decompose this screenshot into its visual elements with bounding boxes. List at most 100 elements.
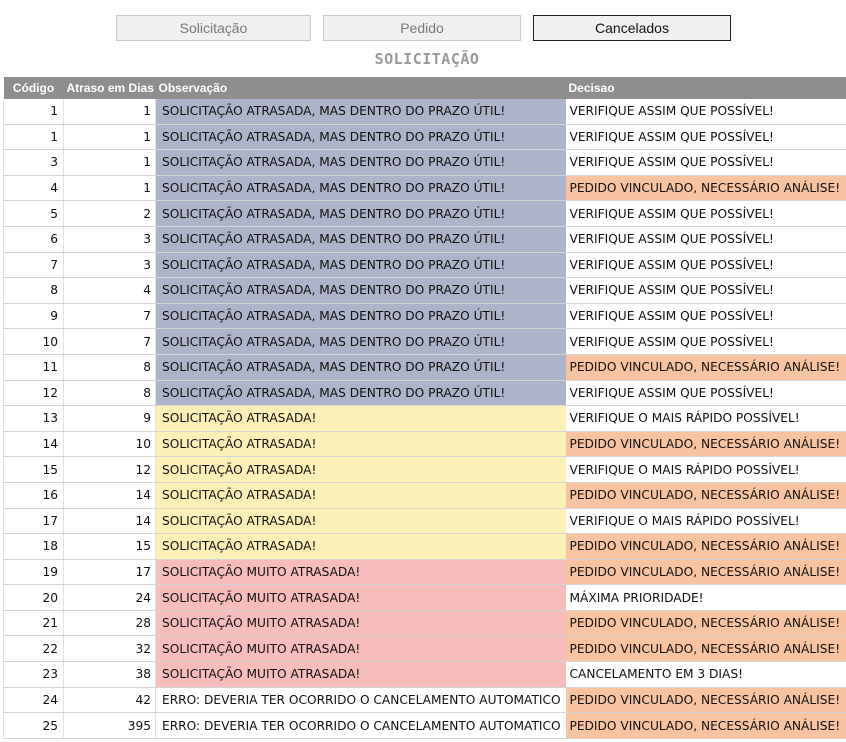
table-row[interactable]: 18 15 SOLICITAÇÃO ATRASADA! PEDIDO VINCULAD… xyxy=(3,533,846,560)
cell-code: 1 xyxy=(3,124,64,151)
table-row[interactable]: 10 7 SOLICITAÇÃO ATRASADA, MAS DENTRO DO P… xyxy=(3,328,846,355)
cell-decision: PEDIDO VINCULADO, NECESSÁRIO ANÁLISE! xyxy=(565,687,846,714)
cell-observation: SOLICITAÇÃO MUITO ATRASADA! xyxy=(155,635,566,663)
table-row[interactable]: 1 1 SOLICITAÇÃO ATRASADA, MAS DENTRO DO PR… xyxy=(3,124,846,151)
tab-bar: Solicitação Pedido Cancelados xyxy=(0,0,846,48)
cell-decision: VERIFIQUE ASSIM QUE POSSÍVEL! xyxy=(565,277,846,304)
cell-delay: 17 xyxy=(63,559,156,586)
cell-delay: 2 xyxy=(63,200,156,227)
cell-observation: SOLICITAÇÃO ATRASADA, MAS DENTRO DO PRAZ… xyxy=(155,328,566,355)
cell-code: 14 xyxy=(3,431,64,458)
cell-observation: SOLICITAÇÃO ATRASADA, MAS DENTRO DO PRAZ… xyxy=(155,226,566,253)
table-row[interactable]: 3 1 SOLICITAÇÃO ATRASADA, MAS DENTRO DO PR… xyxy=(3,149,846,176)
cell-observation: ERRO: DEVERIA TER OCORRIDO O CANCELAMENT… xyxy=(155,712,566,739)
cell-observation: SOLICITAÇÃO ATRASADA, MAS DENTRO DO PRAZ… xyxy=(155,303,566,330)
cell-delay: 32 xyxy=(63,635,156,663)
cell-code: 11 xyxy=(3,354,64,381)
cell-code: 17 xyxy=(3,508,64,535)
table-row[interactable]: 4 1 SOLICITAÇÃO ATRASADA, MAS DENTRO DO PR… xyxy=(3,175,846,202)
cell-observation: SOLICITAÇÃO ATRASADA! xyxy=(155,405,566,432)
cell-code: 20 xyxy=(3,584,64,611)
cell-delay: 28 xyxy=(63,610,156,637)
table-row[interactable]: 7 3 SOLICITAÇÃO ATRASADA, MAS DENTRO DO PR… xyxy=(3,252,846,279)
cell-decision: VERIFIQUE ASSIM QUE POSSÍVEL! xyxy=(565,200,846,227)
tab-solicitacao[interactable]: Solicitação xyxy=(116,15,311,41)
cell-delay: 1 xyxy=(63,149,156,176)
cell-code: 19 xyxy=(3,559,64,586)
cell-code: 16 xyxy=(3,482,64,509)
cell-observation: ERRO: DEVERIA TER OCORRIDO O CANCELAMENT… xyxy=(155,687,566,714)
cell-decision: VERIFIQUE ASSIM QUE POSSÍVEL! xyxy=(565,149,846,176)
cell-delay: 3 xyxy=(63,226,156,253)
cell-code: 25 xyxy=(3,712,64,739)
cell-decision: VERIFIQUE ASSIM QUE POSSÍVEL! xyxy=(565,380,846,407)
table-row[interactable]: 16 14 SOLICITAÇÃO ATRASADA! PEDIDO VINCULAD… xyxy=(3,482,846,509)
cell-decision: PEDIDO VINCULADO, NECESSÁRIO ANÁLISE! xyxy=(565,712,846,739)
table-row[interactable]: 20 24 SOLICITAÇÃO MUITO ATRASADA! MÁXIMA PR… xyxy=(3,584,846,611)
cell-decision: VERIFIQUE ASSIM QUE POSSÍVEL! xyxy=(565,303,846,330)
cell-delay: 14 xyxy=(63,482,156,509)
cell-delay: 12 xyxy=(63,456,156,483)
cell-decision: VERIFIQUE ASSIM QUE POSSÍVEL! xyxy=(565,124,846,151)
cell-decision: MÁXIMA PRIORIDADE! xyxy=(565,584,846,611)
cell-decision: PEDIDO VINCULADO, NECESSÁRIO ANÁLISE! xyxy=(565,354,846,381)
cell-delay: 4 xyxy=(63,277,156,304)
table-row[interactable]: 8 4 SOLICITAÇÃO ATRASADA, MAS DENTRO DO PR… xyxy=(3,277,846,304)
cell-delay: 15 xyxy=(63,533,156,560)
column-header-decision[interactable]: Decisao xyxy=(565,77,846,99)
table-row[interactable]: 15 12 SOLICITAÇÃO ATRASADA! VERIFIQUE O MAI… xyxy=(3,456,846,483)
cell-code: 15 xyxy=(3,456,64,483)
cell-delay: 1 xyxy=(63,175,156,202)
cell-delay: 38 xyxy=(63,661,156,688)
cell-decision: VERIFIQUE O MAIS RÁPIDO POSSÍVEL! xyxy=(565,456,846,483)
table-row[interactable]: 23 38 SOLICITAÇÃO MUITO ATRASADA! CANCELAME… xyxy=(3,661,846,688)
tab-pedido[interactable]: Pedido xyxy=(323,15,521,41)
table-row[interactable]: 19 17 SOLICITAÇÃO MUITO ATRASADA! PEDIDO VI… xyxy=(3,559,846,586)
cell-delay: 1 xyxy=(63,124,156,151)
table-row[interactable]: 13 9 SOLICITAÇÃO ATRASADA! VERIFIQUE O MAIS… xyxy=(3,405,846,432)
table-row[interactable]: 6 3 SOLICITAÇÃO ATRASADA, MAS DENTRO DO PR… xyxy=(3,226,846,253)
cell-code: 1 xyxy=(3,99,64,125)
cell-delay: 9 xyxy=(63,405,156,432)
cell-observation: SOLICITAÇÃO ATRASADA, MAS DENTRO DO PRAZ… xyxy=(155,175,566,202)
cell-observation: SOLICITAÇÃO ATRASADA, MAS DENTRO DO PRAZ… xyxy=(155,252,566,279)
cell-code: 9 xyxy=(3,303,64,330)
cell-decision: PEDIDO VINCULADO, NECESSÁRIO ANÁLISE! xyxy=(565,482,846,509)
cell-delay: 14 xyxy=(63,508,156,535)
table-row[interactable]: 5 2 SOLICITAÇÃO ATRASADA, MAS DENTRO DO PR… xyxy=(3,200,846,227)
cell-code: 22 xyxy=(3,635,64,663)
table-row[interactable]: 11 8 SOLICITAÇÃO ATRASADA, MAS DENTRO DO P… xyxy=(3,354,846,381)
table-row[interactable]: 22 32 SOLICITAÇÃO MUITO ATRASADA! PEDIDO VI… xyxy=(3,635,846,663)
table-row[interactable]: 9 7 SOLICITAÇÃO ATRASADA, MAS DENTRO DO PR… xyxy=(3,303,846,330)
cell-observation: SOLICITAÇÃO ATRASADA, MAS DENTRO DO PRAZ… xyxy=(155,354,566,381)
column-header-observation[interactable]: Observação xyxy=(155,77,566,99)
cell-observation: SOLICITAÇÃO MUITO ATRASADA! xyxy=(155,661,566,688)
cell-observation: SOLICITAÇÃO ATRASADA, MAS DENTRO DO PRAZ… xyxy=(155,200,566,227)
cell-decision: VERIFIQUE ASSIM QUE POSSÍVEL! xyxy=(565,252,846,279)
table-row[interactable]: 21 28 SOLICITAÇÃO MUITO ATRASADA! PEDIDO VI… xyxy=(3,610,846,637)
cell-delay: 3 xyxy=(63,252,156,279)
cell-decision: VERIFIQUE O MAIS RÁPIDO POSSÍVEL! xyxy=(565,405,846,432)
cell-observation: SOLICITAÇÃO ATRASADA! xyxy=(155,456,566,483)
cell-observation: SOLICITAÇÃO MUITO ATRASADA! xyxy=(155,584,566,611)
cell-delay: 8 xyxy=(63,354,156,381)
cell-observation: SOLICITAÇÃO ATRASADA, MAS DENTRO DO PRAZ… xyxy=(155,124,566,151)
table-row[interactable]: 17 14 SOLICITAÇÃO ATRASADA! VERIFIQUE O MAI… xyxy=(3,508,846,535)
table-row[interactable]: 24 42 ERRO: DEVERIA TER OCORRIDO O CANCELA… xyxy=(3,687,846,714)
table-row[interactable]: 1 1 SOLICITAÇÃO ATRASADA, MAS DENTRO DO PR… xyxy=(3,99,846,125)
cell-delay: 395 xyxy=(63,712,156,739)
column-header-code[interactable]: Código xyxy=(3,77,64,99)
cell-decision: VERIFIQUE ASSIM QUE POSSÍVEL! xyxy=(565,328,846,355)
cell-delay: 7 xyxy=(63,328,156,355)
cell-code: 23 xyxy=(3,661,64,688)
tab-cancelados[interactable]: Cancelados xyxy=(533,15,731,41)
table-row[interactable]: 12 8 SOLICITAÇÃO ATRASADA, MAS DENTRO DO P… xyxy=(3,380,846,407)
cell-code: 13 xyxy=(3,405,64,432)
cell-delay: 24 xyxy=(63,584,156,611)
cell-decision: VERIFIQUE O MAIS RÁPIDO POSSÍVEL! xyxy=(565,508,846,535)
table-header-row: Código Atraso em Dias Observação Decisao xyxy=(3,77,846,99)
column-header-delay[interactable]: Atraso em Dias xyxy=(63,77,156,99)
cell-delay: 1 xyxy=(63,99,156,125)
table-row[interactable]: 14 10 SOLICITAÇÃO ATRASADA! PEDIDO VINCULAD… xyxy=(3,431,846,458)
table-row[interactable]: 25 395 ERRO: DEVERIA TER OCORRIDO O CANCEL… xyxy=(3,712,846,739)
